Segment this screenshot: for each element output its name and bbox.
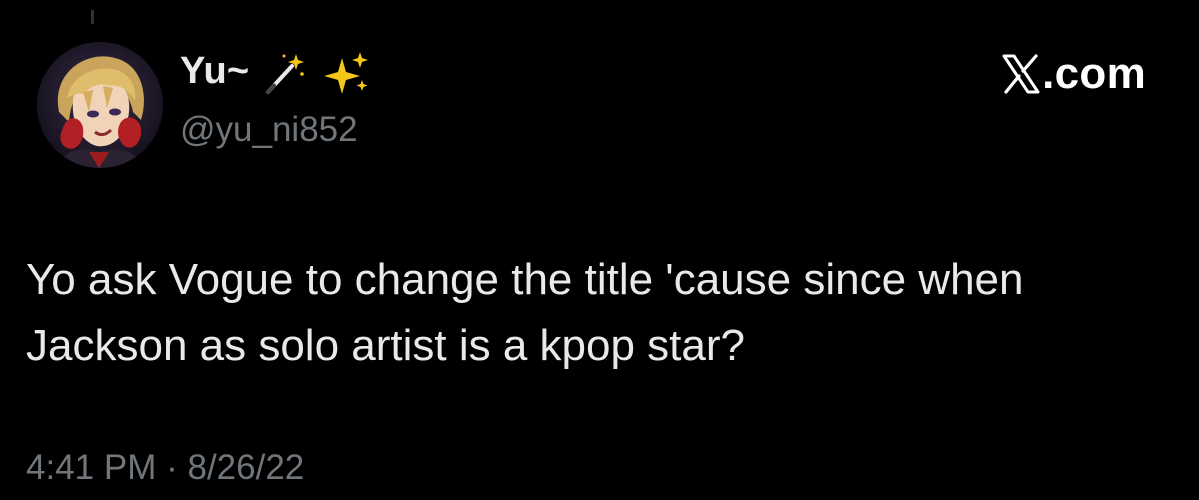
tweet-date: 8/26/22 (187, 448, 305, 487)
brand-text: .com (1042, 49, 1146, 98)
tweet-text: Yo ask Vogue to change the title 'cause … (26, 255, 1024, 370)
thread-line (91, 10, 94, 24)
tweet-timestamp[interactable]: 4:41 PM · 8/26/22 (26, 448, 304, 488)
x-logo-icon (1002, 54, 1040, 94)
avatar[interactable] (37, 42, 163, 168)
magic-wand-icon (260, 50, 308, 98)
user-handle[interactable]: @yu_ni852 (180, 110, 358, 150)
timestamp-separator: · (166, 448, 178, 487)
brand-watermark: .com (1002, 49, 1146, 98)
avatar-image (37, 42, 163, 168)
sparkles-icon (322, 50, 370, 98)
tweet-time: 4:41 PM (26, 448, 157, 487)
display-name[interactable]: Yu~ (180, 50, 249, 93)
tweet-card: Yu~ @yu_ni852 .com Yo ask Vogue to chang… (0, 0, 1199, 500)
